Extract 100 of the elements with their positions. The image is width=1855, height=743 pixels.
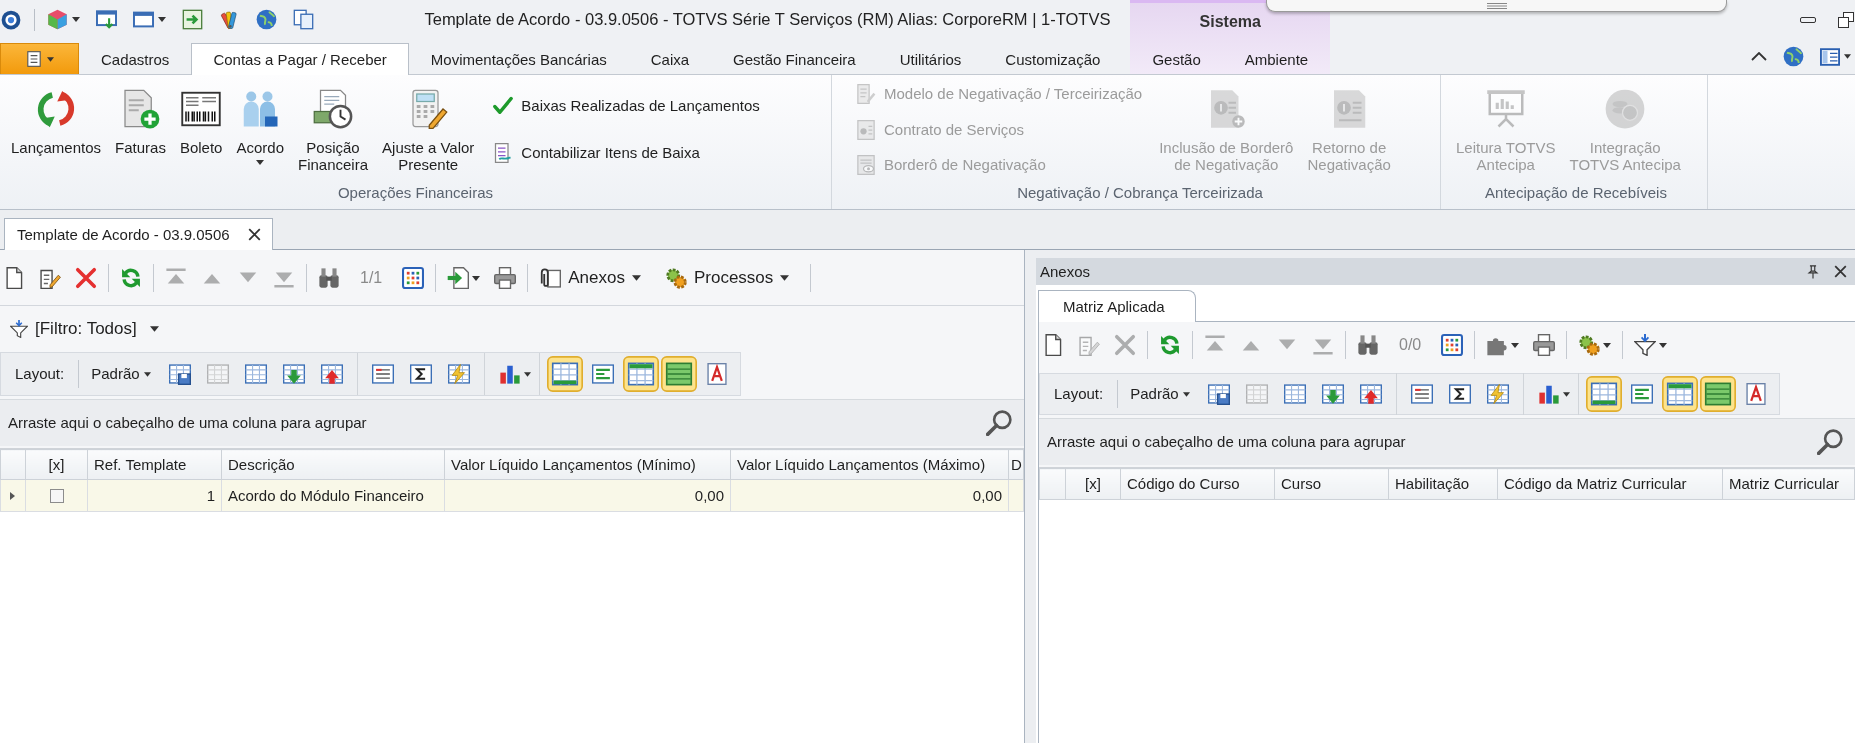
font-icon[interactable] — [705, 363, 728, 385]
caret-icon[interactable] — [1659, 342, 1668, 348]
sum-icon[interactable] — [409, 363, 432, 385]
color-grid-icon[interactable] — [402, 267, 425, 289]
ribbon-tab[interactable]: Contas a Pagar / Receber — [191, 43, 409, 75]
printer-icon[interactable] — [494, 267, 517, 289]
column-header[interactable]: Ref. Template — [87, 449, 222, 480]
search-icon[interactable] — [1817, 429, 1843, 455]
column-header[interactable]: [x] — [1065, 468, 1121, 500]
caret-icon[interactable] — [472, 275, 481, 281]
ribbon-tab[interactable]: Customização — [983, 43, 1123, 75]
printer-icon[interactable] — [1533, 334, 1556, 356]
ribbon-button[interactable]: Ajuste a Valor Presente — [375, 75, 482, 184]
grid-up-arrow-icon[interactable] — [320, 363, 343, 385]
ribbon-tab[interactable]: Utilitários — [877, 43, 984, 75]
ribbon-button[interactable]: Baixas Realizadas de Lançamentos — [493, 90, 760, 122]
binoculars-icon[interactable] — [318, 267, 340, 289]
sum-icon[interactable] — [1448, 383, 1471, 405]
ribbon-tab[interactable]: Movimentações Bancárias — [408, 43, 629, 75]
caret-icon[interactable] — [1562, 391, 1570, 397]
grid-lines-icon[interactable] — [1410, 383, 1433, 405]
collapsed-panel[interactable] — [1266, 0, 1727, 12]
table-icon[interactable] — [1661, 376, 1698, 412]
column-header[interactable]: Valor Líquido Lançamentos (Máximo) — [730, 449, 1009, 480]
grid-icon[interactable] — [1283, 383, 1306, 405]
lightning-grid-icon[interactable] — [1486, 383, 1509, 405]
table-icon[interactable] — [546, 356, 583, 392]
caret-icon[interactable] — [523, 371, 531, 377]
refresh-icon[interactable] — [1159, 334, 1181, 356]
caret-icon[interactable] — [1511, 342, 1520, 348]
bar-chart-icon[interactable] — [498, 363, 521, 385]
column-header[interactable]: Curso — [1274, 468, 1389, 500]
checkbox[interactable] — [49, 488, 64, 503]
table-icon[interactable] — [591, 363, 614, 385]
ribbon-button[interactable]: Boleto — [172, 75, 230, 184]
table-icon[interactable] — [622, 356, 659, 392]
column-header[interactable]: Código do Curso — [1120, 468, 1275, 500]
panel-layout-icon[interactable] — [1820, 46, 1840, 67]
panel-tab[interactable]: Matriz Aplicada — [1038, 290, 1196, 322]
gears-icon[interactable] — [1578, 334, 1601, 356]
search-icon[interactable] — [986, 410, 1012, 436]
toolbar-dropdown-button[interactable]: Anexos — [539, 267, 641, 289]
globe-icon[interactable] — [1783, 46, 1804, 68]
grid-lines-icon[interactable] — [371, 363, 394, 385]
floppy-grid-icon[interactable] — [1207, 383, 1230, 405]
ribbon-button[interactable]: Acordo — [229, 75, 291, 184]
ribbon-button[interactable]: Faturas — [108, 75, 173, 184]
font-icon[interactable] — [1744, 383, 1767, 405]
chevron-up-icon[interactable] — [1751, 52, 1767, 62]
ribbon-tab[interactable]: Caixa — [628, 43, 712, 75]
ribbon-button[interactable]: Lançamentos — [4, 75, 109, 184]
table-icon[interactable] — [1699, 376, 1736, 412]
arrow-box-icon[interactable] — [182, 9, 203, 31]
layout-preset-dropdown[interactable]: Padrão — [1130, 385, 1190, 403]
caret-icon[interactable] — [158, 17, 166, 23]
table-icon[interactable] — [660, 356, 697, 392]
document-tab[interactable]: Template de Acordo - 03.9.0506 — [4, 218, 273, 250]
application-menu-button[interactable] — [0, 43, 79, 74]
refresh-icon[interactable] — [120, 267, 142, 289]
column-header[interactable]: Valor Líquido Lançamentos (Mínimo) — [444, 449, 731, 480]
grid-icon[interactable] — [244, 363, 267, 385]
ribbon-tab[interactable]: Gestão — [1130, 43, 1223, 75]
restore-icon[interactable] — [1838, 11, 1854, 28]
toolbar-dropdown-button[interactable]: Processos — [664, 267, 790, 289]
column-header[interactable]: [x] — [25, 449, 88, 480]
column-header[interactable]: Matriz Curricular — [1722, 468, 1855, 500]
document-icon[interactable] — [3, 267, 25, 289]
caret-icon[interactable] — [1603, 342, 1612, 348]
layout-preset-dropdown[interactable]: Padrão — [91, 365, 151, 383]
bar-chart-icon[interactable] — [1537, 383, 1560, 405]
color-grid-icon[interactable] — [1441, 334, 1464, 356]
close-icon[interactable] — [247, 228, 261, 241]
ribbon-tab[interactable]: Cadastros — [79, 43, 192, 75]
cross-icon[interactable] — [75, 267, 97, 289]
filter-dropdown[interactable]: [Filtro: Todos] — [10, 318, 159, 340]
document-arrow-icon[interactable] — [447, 267, 470, 289]
table-icon[interactable] — [1630, 383, 1653, 405]
grid-up-arrow-icon[interactable] — [1359, 383, 1382, 405]
color-swatches-icon[interactable] — [219, 9, 240, 31]
logo-icon[interactable] — [1, 9, 21, 30]
caret-icon[interactable] — [1844, 54, 1851, 60]
monitor-arrow-icon[interactable] — [96, 9, 117, 31]
ribbon-button[interactable]: Posição Financeira — [291, 75, 376, 184]
lightning-grid-icon[interactable] — [447, 363, 470, 385]
close-icon[interactable] — [1834, 265, 1847, 278]
row-indicator-icon[interactable] — [10, 491, 15, 500]
globe-icon[interactable] — [256, 9, 277, 31]
pin-icon[interactable] — [1806, 264, 1820, 279]
caret-icon[interactable] — [72, 17, 80, 23]
binoculars-icon[interactable] — [1357, 334, 1379, 356]
pages-icon[interactable] — [293, 9, 314, 31]
edit-document-icon[interactable] — [39, 267, 61, 289]
ribbon-button[interactable]: Contabilizar Itens de Baixa — [493, 137, 760, 169]
column-header[interactable]: Código da Matriz Curricular — [1497, 468, 1723, 500]
floppy-grid-icon[interactable] — [168, 363, 191, 385]
minimize-icon[interactable] — [1800, 14, 1816, 25]
column-header[interactable]: Descrição — [221, 449, 445, 480]
table-icon[interactable] — [1585, 376, 1622, 412]
grid-down-arrow-icon[interactable] — [282, 363, 305, 385]
ribbon-tab[interactable]: Gestão Financeira — [711, 43, 878, 75]
